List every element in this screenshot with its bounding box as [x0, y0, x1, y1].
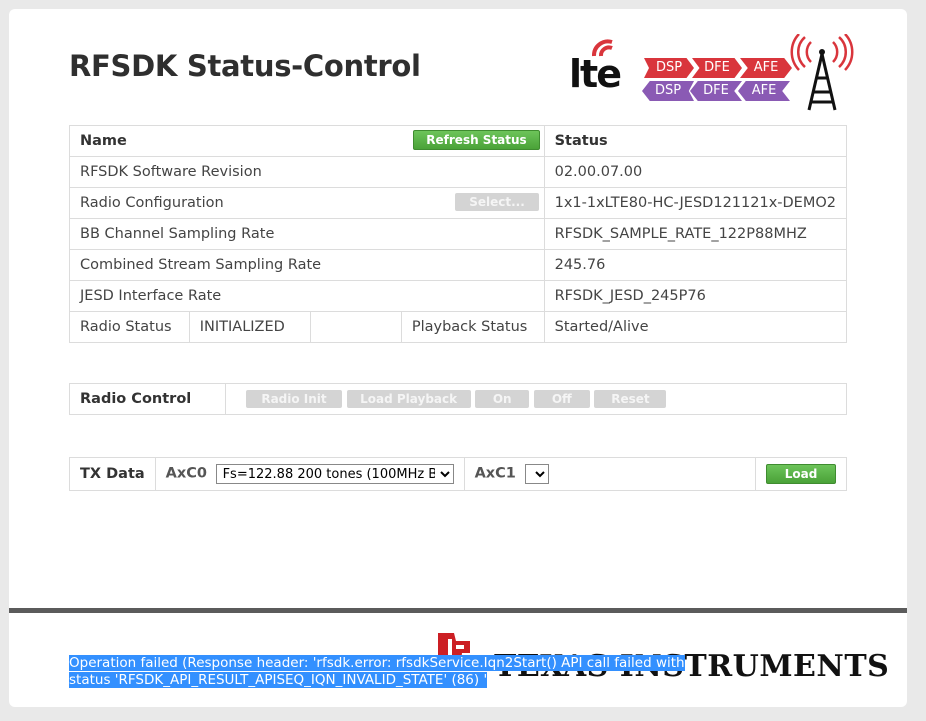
load-button[interactable]: Load [766, 464, 836, 484]
table-row: JESD Interface Rate RFSDK_JESD_245P76 [69, 280, 848, 312]
axc1-select[interactable] [524, 464, 549, 484]
error-message: Operation failed (Response header: 'rfsd… [69, 655, 709, 689]
combined-rate-label: Combined Stream Sampling Rate [69, 249, 545, 281]
page-title: RFSDK Status-Control [69, 49, 421, 83]
chevron-afe-bottom: AFE [738, 81, 790, 101]
bb-rate-label: BB Channel Sampling Rate [69, 218, 545, 250]
tx-data-label: TX Data [69, 457, 156, 491]
select-config-button[interactable]: Select... [455, 193, 539, 211]
table-row: Combined Stream Sampling Rate 245.76 [69, 249, 848, 281]
error-message-line2: status 'RFSDK_API_RESULT_APISEQ_IQN_INVA… [69, 672, 488, 688]
chevron-dfe-bottom: DFE [690, 81, 742, 101]
axc0-select[interactable]: Fs=122.88 200 tones (100MHz BW) [215, 464, 454, 484]
refresh-status-button[interactable]: Refresh Status [413, 130, 540, 150]
on-button[interactable]: On [475, 390, 530, 408]
jesd-rate-value: RFSDK_JESD_245P76 [543, 280, 848, 312]
radio-control-label: Radio Control [69, 383, 226, 415]
playback-status-label: Playback Status [400, 311, 545, 343]
status-table: Name Refresh Status Status RFSDK Softwar… [69, 125, 848, 343]
table-row: Radio Configuration Select... 1x1-1xLTE8… [69, 187, 848, 219]
lte-logo: lte [569, 52, 622, 96]
axc1-label: AxC1 [474, 465, 516, 482]
main-card: RFSDK Status-Control lte DSP DFE AFE DSP… [9, 9, 907, 707]
chevron-dsp-top: DSP [644, 58, 694, 78]
radio-status-value: INITIALIZED [188, 311, 312, 343]
header-logos: lte DSP DFE AFE DSP DFE AFE [564, 33, 864, 116]
off-button[interactable]: Off [533, 390, 590, 408]
load-playback-button[interactable]: Load Playback [346, 390, 471, 408]
radio-status-label: Radio Status [69, 311, 190, 343]
radio-config-value: 1x1-1xLTE80-HC-JESD121121x-DEMO2 [543, 187, 848, 219]
chevron-dsp-bottom: DSP [642, 81, 694, 101]
radio-control-table: Radio Control Radio Init Load Playback O… [69, 383, 847, 415]
radio-init-button[interactable]: Radio Init [246, 390, 342, 408]
sw-revision-value: 02.00.07.00 [543, 156, 848, 188]
sw-revision-label: RFSDK Software Revision [69, 156, 545, 188]
table-row: BB Channel Sampling Rate RFSDK_SAMPLE_RA… [69, 218, 848, 250]
table-row: Radio Status INITIALIZED Playback Status… [69, 311, 848, 343]
error-message-line1: Operation failed (Response header: 'rfsd… [69, 655, 685, 671]
reset-button[interactable]: Reset [594, 390, 667, 408]
radio-tower-icon [789, 33, 855, 116]
combined-rate-value: 245.76 [543, 249, 848, 281]
bb-rate-value: RFSDK_SAMPLE_RATE_122P88MHZ [543, 218, 848, 250]
playback-status-value: Started/Alive [543, 311, 848, 343]
jesd-rate-label: JESD Interface Rate [69, 280, 545, 312]
table-header-row: Name Refresh Status Status [69, 125, 848, 157]
empty-cell [310, 311, 402, 343]
tx-data-table: TX Data AxC0 Fs=122.88 200 tones (100MHz… [69, 457, 847, 491]
footer-divider [9, 608, 907, 613]
radio-config-label: Radio Configuration [80, 195, 224, 211]
axc0-label: AxC0 [165, 465, 207, 482]
status-header: Status [543, 125, 848, 157]
name-header: Name [80, 133, 127, 149]
chevron-dfe-top: DFE [692, 58, 742, 78]
chevron-afe-top: AFE [740, 58, 792, 78]
table-row: RFSDK Software Revision 02.00.07.00 [69, 156, 848, 188]
